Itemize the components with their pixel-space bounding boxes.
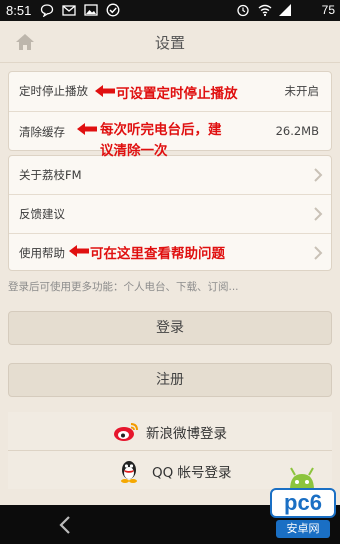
cache-annotation-line1: 每次听完电台后，建 bbox=[100, 122, 222, 138]
login-hint: 登录后可使用更多功能：个人电台、下载、订阅... bbox=[8, 281, 239, 293]
status-bar: 8:51 75 bbox=[0, 0, 340, 21]
about-row[interactable]: 关于荔枝FM bbox=[9, 156, 331, 194]
page-title: 设置 bbox=[154, 34, 185, 52]
wifi-icon bbox=[258, 4, 272, 17]
clear-cache-label: 清除缓存 bbox=[19, 125, 65, 139]
battery-level: 75 bbox=[321, 3, 335, 17]
chevron-right-icon bbox=[314, 168, 323, 182]
alarm-icon bbox=[237, 4, 249, 17]
pc6-logo-text: pc6 bbox=[270, 488, 336, 518]
pc6-site-label: 安卓网 bbox=[276, 520, 330, 538]
feedback-label: 反馈建议 bbox=[19, 207, 65, 221]
weibo-login-button[interactable]: 新浪微博登录 bbox=[8, 412, 332, 450]
login-button[interactable]: 登录 bbox=[8, 311, 332, 345]
cache-annotation-line2: 议清除一次 bbox=[100, 143, 168, 159]
image-icon bbox=[84, 4, 98, 16]
cache-size-value: 26.2MB bbox=[275, 124, 319, 138]
about-label: 关于荔枝FM bbox=[19, 168, 82, 182]
check-circle-icon bbox=[106, 3, 120, 17]
qq-penguin-icon bbox=[121, 461, 137, 483]
help-annotation: 可在这里查看帮助问题 bbox=[90, 246, 225, 262]
message-icon bbox=[40, 4, 54, 17]
timer-setting-label: 定时停止播放 bbox=[19, 84, 88, 98]
chevron-right-icon bbox=[314, 207, 323, 221]
mail-icon bbox=[62, 5, 76, 16]
timer-annotation: 可设置定时停止播放 bbox=[116, 86, 238, 102]
register-button[interactable]: 注册 bbox=[8, 363, 332, 397]
pc6-watermark: pc6 安卓网 bbox=[270, 462, 336, 542]
weibo-login-label: 新浪微博登录 bbox=[146, 426, 227, 442]
annotation-arrow-icon bbox=[77, 123, 97, 135]
signal-icon bbox=[279, 4, 291, 16]
annotation-arrow-icon bbox=[95, 85, 115, 97]
feedback-row[interactable]: 反馈建议 bbox=[9, 195, 331, 233]
timer-setting-value: 未开启 bbox=[284, 84, 320, 98]
chevron-right-icon bbox=[314, 246, 323, 260]
help-label: 使用帮助 bbox=[19, 246, 65, 260]
annotation-arrow-icon bbox=[69, 245, 89, 257]
weibo-icon bbox=[114, 423, 138, 441]
back-icon[interactable] bbox=[56, 515, 74, 535]
title-bar: 设置 bbox=[0, 21, 340, 63]
status-time: 8:51 bbox=[6, 3, 32, 18]
